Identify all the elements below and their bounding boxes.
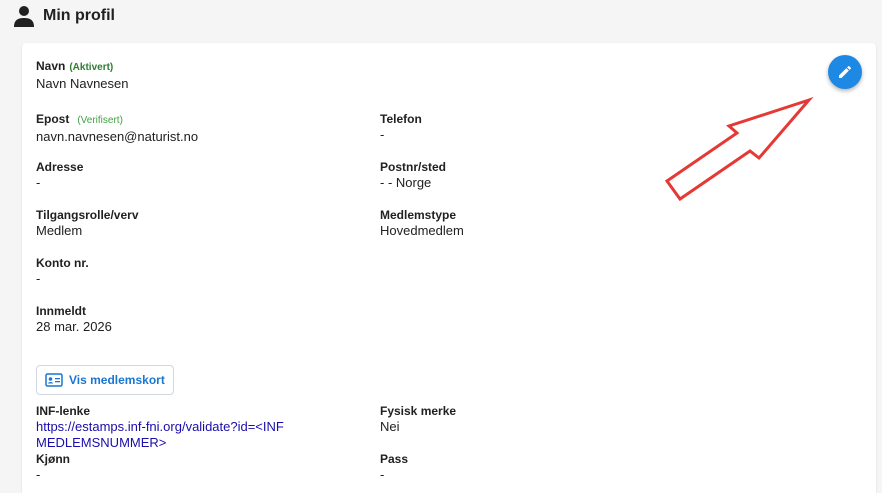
address-field: Adresse - [36, 159, 83, 191]
inf-link[interactable]: https://estamps.inf-fni.org/validate?id=… [36, 419, 336, 451]
inf-link-label: INF-lenke [36, 404, 91, 418]
passport-field: Pass - [380, 451, 408, 483]
name-label: Navn [36, 59, 66, 73]
profile-card: Navn (Aktivert) Navn Navnesen Epost (Verif… [22, 43, 876, 493]
role-value: Medlem [36, 223, 83, 238]
inf-link-field: INF-lenke https://estamps.inf-fni.org/va… [36, 403, 336, 451]
role-field: Tilgangsrolle/verv Medlem [36, 207, 139, 239]
gender-value: - [36, 467, 41, 482]
postal-field: Postnr/sted - - Norge [380, 159, 446, 191]
member-type-label: Medlemstype [380, 208, 457, 222]
joined-value: 28 mar. 2026 [36, 319, 112, 334]
account-label: Konto nr. [36, 256, 89, 270]
email-label: Epost [36, 112, 70, 126]
role-label: Tilgangsrolle/verv [36, 208, 139, 222]
edit-profile-button[interactable] [828, 55, 862, 89]
verified-badge: (Verifisert) [77, 115, 123, 126]
name-field: Navn (Aktivert) Navn Navnesen [36, 58, 129, 92]
phone-label: Telefon [380, 112, 422, 126]
show-member-card-button[interactable]: Vis medlemskort [36, 365, 174, 395]
email-value: navn.navnesen@naturist.no [36, 129, 199, 144]
joined-label: Innmeldt [36, 304, 86, 318]
physical-badge-field: Fysisk merke Nei [380, 403, 456, 435]
phone-field: Telefon - [380, 111, 422, 143]
gender-field: Kjønn - [36, 451, 70, 483]
passport-label: Pass [380, 452, 409, 466]
member-type-value: Hovedmedlem [380, 223, 464, 238]
joined-field: Innmeldt 28 mar. 2026 [36, 303, 112, 335]
postal-label: Postnr/sted [380, 160, 447, 174]
address-label: Adresse [36, 160, 84, 174]
postal-value: - - Norge [380, 175, 432, 190]
person-icon [14, 6, 34, 27]
address-value: - [36, 175, 41, 190]
activated-badge: (Aktivert) [69, 62, 114, 73]
id-card-icon [45, 373, 63, 387]
page-title: Min profil [43, 7, 115, 24]
phone-value: - [380, 127, 385, 142]
page-header: Min profil [12, 4, 115, 28]
account-value: - [36, 271, 41, 286]
member-type-field: Medlemstype Hovedmedlem [380, 207, 464, 239]
pencil-icon [839, 65, 852, 78]
email-field: Epost (Verifisert) navn.navnesen@naturist… [36, 111, 198, 145]
physical-badge-value: Nei [380, 419, 400, 434]
show-member-card-label: Vis medlemskort [69, 373, 165, 387]
account-field: Konto nr. - [36, 255, 89, 287]
gender-label: Kjønn [36, 452, 70, 466]
physical-badge-label: Fysisk merke [380, 404, 457, 418]
passport-value: - [380, 467, 385, 482]
name-value: Navn Navnesen [36, 76, 129, 91]
